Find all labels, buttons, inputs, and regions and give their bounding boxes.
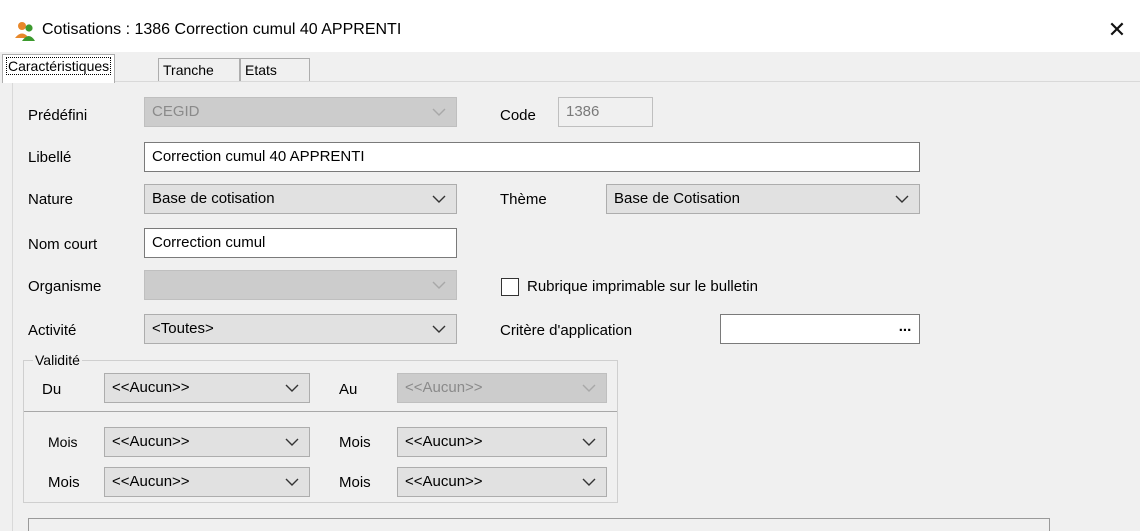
mois-label: Mois — [339, 474, 371, 491]
organisme-label: Organisme — [28, 278, 102, 295]
code-label: Code — [500, 107, 536, 124]
critere-input[interactable]: ... — [720, 314, 920, 344]
critere-label: Critère d'application — [500, 322, 633, 339]
chevron-down-icon — [582, 384, 596, 392]
chevron-down-icon — [285, 478, 299, 486]
nature-label: Nature — [28, 191, 74, 208]
rubrique-imprimable-label: Rubrique imprimable sur le bulletin — [527, 278, 758, 295]
tab-etats[interactable]: Etats — [240, 58, 310, 82]
tab-tranche[interactable]: Tranche — [158, 58, 240, 82]
chevron-down-icon — [432, 195, 446, 203]
activite-select[interactable]: <Toutes> — [144, 314, 457, 344]
tab-strip: Caractéristiques Tranche Etats — [0, 52, 1140, 83]
chevron-down-icon — [895, 195, 909, 203]
code-field: 1386 — [558, 97, 653, 127]
title-bar: Cotisations : 1386 Correction cumul 40 A… — [0, 0, 1140, 52]
chevron-down-icon — [582, 478, 596, 486]
nom-court-label: Nom court — [28, 236, 98, 253]
rubrique-imprimable-checkbox[interactable] — [501, 278, 519, 296]
predefini-select[interactable]: CEGID — [144, 97, 457, 127]
chevron-down-icon — [432, 325, 446, 333]
nature-select[interactable]: Base de cotisation — [144, 184, 457, 214]
mois-select[interactable]: <<Aucun>> — [104, 427, 310, 457]
organisme-select[interactable] — [144, 270, 457, 300]
window-title: Cotisations : 1386 Correction cumul 40 A… — [42, 21, 402, 38]
au-select[interactable]: <<Aucun>> — [397, 373, 607, 403]
au-label: Au — [339, 381, 358, 398]
chevron-down-icon — [285, 438, 299, 446]
chevron-down-icon — [432, 281, 446, 289]
mois-label: Mois — [48, 434, 78, 450]
theme-select[interactable]: Base de Cotisation — [606, 184, 920, 214]
users-app-icon — [15, 22, 35, 41]
chevron-down-icon — [285, 384, 299, 392]
nom-court-input[interactable]: Correction cumul — [144, 228, 457, 258]
du-select[interactable]: <<Aucun>> — [104, 373, 310, 403]
du-label: Du — [42, 381, 62, 398]
activite-label: Activité — [28, 322, 77, 339]
lower-panel — [28, 518, 1050, 531]
chevron-down-icon — [432, 108, 446, 116]
tab-caracteristiques[interactable]: Caractéristiques — [2, 54, 116, 83]
mois-label: Mois — [48, 474, 80, 491]
chevron-down-icon — [582, 438, 596, 446]
critere-browse-button[interactable]: ... — [892, 316, 918, 342]
predefini-label: Prédéfini — [28, 107, 88, 124]
theme-label: Thème — [500, 191, 547, 208]
mois-select[interactable]: <<Aucun>> — [104, 467, 310, 497]
mois-select[interactable]: <<Aucun>> — [397, 467, 607, 497]
libelle-label: Libellé — [28, 149, 72, 166]
libelle-input[interactable]: Correction cumul 40 APPRENTI — [144, 142, 920, 172]
validite-legend: Validité — [33, 352, 82, 368]
mois-select[interactable]: <<Aucun>> — [397, 427, 607, 457]
close-button[interactable]: ✕ — [1094, 8, 1140, 52]
mois-label: Mois — [339, 434, 371, 451]
validite-separator — [24, 411, 617, 412]
close-icon: ✕ — [1107, 17, 1127, 42]
